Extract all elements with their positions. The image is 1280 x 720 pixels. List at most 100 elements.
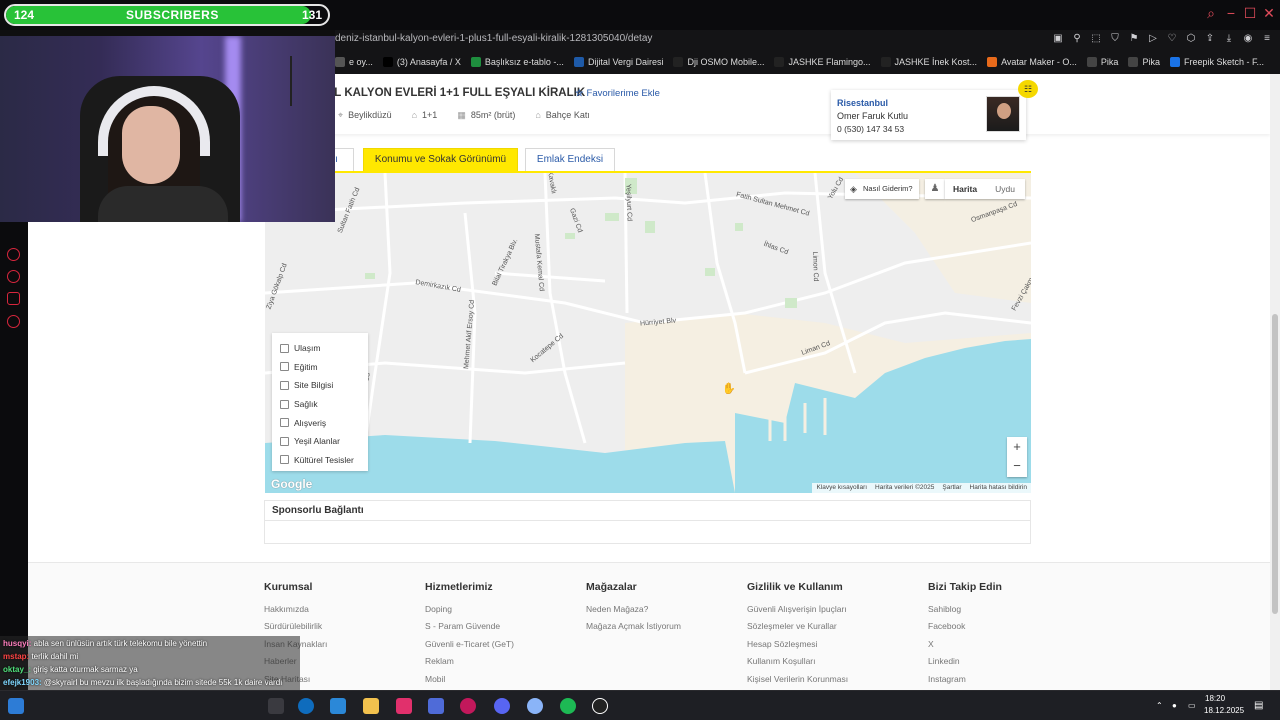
bookmark-item[interactable]: Pika (1086, 57, 1118, 67)
poi-checkbox-item[interactable]: Eğitim (280, 358, 360, 377)
discord-icon[interactable] (494, 698, 510, 714)
pin-icon[interactable]: ⚲ (1072, 33, 1082, 44)
sidebar-history-icon[interactable] (7, 270, 20, 283)
footer-link[interactable]: Facebook (928, 621, 1002, 638)
start-icon[interactable] (8, 698, 24, 714)
bookmark-item[interactable]: (3) Anasayfa / X (382, 57, 461, 67)
bookmark-item[interactable]: Pika (1128, 57, 1160, 67)
maximize-icon[interactable]: ☐ (1243, 6, 1257, 20)
checkbox-icon[interactable] (280, 343, 289, 353)
play-icon[interactable]: ▷ (1148, 33, 1158, 44)
map-type-uydu[interactable]: Uydu (985, 184, 1025, 194)
scrollbar-thumb[interactable] (1272, 314, 1278, 614)
app-icon[interactable] (396, 698, 412, 714)
download-icon[interactable]: ⤓ (1224, 33, 1234, 44)
tab-location[interactable]: Konumu ve Sokak Görünümü (363, 148, 518, 172)
footer-link[interactable]: Mağaza Açmak İstiyorum (586, 621, 681, 638)
footer-link[interactable]: Kullanım Koşulları (747, 656, 848, 673)
attribution-link[interactable]: Şartlar (942, 484, 961, 492)
attribution-link[interactable]: Harita hatası bildirin (970, 484, 1027, 492)
tab-real-estate-index[interactable]: Emlak Endeksi (525, 148, 615, 172)
footer-link[interactable]: Sözleşmeler ve Kurallar (747, 621, 848, 638)
screenshot-icon[interactable]: ⬚ (1091, 33, 1101, 44)
sidebar-add-icon[interactable] (7, 248, 20, 261)
bookmark-item[interactable]: JASHKE İnek Kost... (880, 57, 977, 67)
bookmark-item[interactable]: Avatar Maker - O... (987, 57, 1077, 67)
browser-icon[interactable] (592, 698, 608, 714)
bookmark-item[interactable]: JASHKE Flamingo... (774, 57, 871, 67)
spotify-icon[interactable] (560, 698, 576, 714)
flag-icon[interactable]: ⚑ (1129, 33, 1139, 44)
store-icon[interactable] (330, 698, 346, 714)
footer-link[interactable]: Hakkımızda (264, 604, 327, 621)
edge-icon[interactable] (298, 698, 314, 714)
footer-link[interactable]: Linkedin (928, 656, 1002, 673)
shield-icon[interactable]: ⛉ (1110, 33, 1120, 44)
task-view-icon[interactable] (268, 698, 284, 714)
bookmark-item[interactable]: e oy... (335, 57, 373, 67)
footer-link[interactable]: Mobil (425, 674, 514, 690)
page-scrollbar[interactable] (1270, 74, 1280, 690)
sidebar-settings-icon[interactable] (7, 315, 20, 328)
footer-link[interactable]: Instagram (928, 674, 1002, 690)
mic-icon[interactable]: ● (1172, 701, 1177, 710)
footer-link[interactable]: Neden Mağaza? (586, 604, 681, 621)
address-bar[interactable]: deniz-istanbul-kalyon-evleri-1-plus1-ful… (335, 30, 1280, 50)
poi-checkbox-item[interactable]: Site Bilgisi (280, 376, 360, 395)
footer-link[interactable]: Hesap Sözleşmesi (747, 639, 848, 656)
footer-link[interactable]: Güvenli Alışverişin İpuçları (747, 604, 848, 621)
bookmark-item[interactable]: Freepik Sketch - F... (1169, 57, 1264, 67)
map-type-harita[interactable]: Harita (945, 184, 985, 194)
app-icon[interactable] (527, 698, 543, 714)
checkbox-icon[interactable] (280, 436, 289, 446)
camera-icon[interactable]: ◉ (1243, 33, 1253, 44)
network-icon[interactable]: ▭ (1188, 701, 1196, 710)
seller-card[interactable]: Risestanbul Omer Faruk Kutlu 0 (530) 147… (831, 90, 1026, 140)
footer-link[interactable]: Güvenli e-Ticaret (GeT) (425, 639, 514, 656)
footer-link[interactable]: S - Param Güvende (425, 621, 514, 638)
checkbox-icon[interactable] (280, 399, 289, 409)
footer-link[interactable]: Doping (425, 604, 514, 621)
obs-icon[interactable] (460, 698, 476, 714)
poi-checkbox-item[interactable]: Sağlık (280, 395, 360, 414)
reader-icon[interactable]: ▣ (1053, 33, 1063, 44)
bookmark-item[interactable]: Başlıksız e-tablo -... (470, 57, 564, 67)
tray-chevron-icon[interactable]: ⌃ (1156, 701, 1163, 710)
poi-checkbox-item[interactable]: Kültürel Tesisler (280, 451, 360, 470)
file-explorer-icon[interactable] (363, 698, 379, 714)
zoom-out-button[interactable]: − (1007, 456, 1027, 475)
seller-company[interactable]: Risestanbul (837, 98, 888, 108)
poi-checkbox-item[interactable]: Yeşil Alanlar (280, 432, 360, 451)
checkbox-icon[interactable] (280, 380, 289, 390)
clock-date[interactable]: 18.12.2025 (1204, 706, 1244, 715)
poi-checkbox-item[interactable]: Ulaşım (280, 339, 360, 358)
clock-time[interactable]: 18:20 (1205, 694, 1225, 703)
bookmark-item[interactable]: Dijital Vergi Dairesi (573, 57, 663, 67)
poi-checkbox-item[interactable]: Alışveriş (280, 413, 360, 432)
zoom-in-button[interactable]: + (1007, 437, 1027, 456)
street-view-pegman-icon[interactable]: ♟ (925, 179, 945, 199)
checkbox-icon[interactable] (280, 455, 289, 465)
attribution-link[interactable]: Klavye kısayolları (816, 484, 867, 492)
checkbox-icon[interactable] (280, 418, 289, 428)
footer-link[interactable]: Reklam (425, 656, 514, 673)
menu-icon[interactable]: ≡ (1262, 33, 1272, 44)
heart-icon[interactable]: ♡ (1167, 33, 1177, 44)
extensions-icon[interactable]: ⬡ (1186, 33, 1196, 44)
search-icon[interactable]: ⌕ (1204, 6, 1218, 20)
footer-link[interactable]: Kişisel Verilerin Korunması (747, 674, 848, 690)
attribution-link[interactable]: Harita verileri ©2025 (875, 484, 934, 492)
app-icon[interactable] (428, 698, 444, 714)
footer-link[interactable]: Sahiblog (928, 604, 1002, 621)
favorite-button[interactable]: ☆ Favorilerime Ekle (575, 88, 660, 99)
minimize-icon[interactable]: − (1224, 6, 1238, 20)
map-view[interactable]: Kavaklı Yeşilyurt Cd Yolu Cd Fatih Sulta… (265, 173, 1031, 493)
footer-link[interactable]: X (928, 639, 1002, 656)
sidebar-extension-icon[interactable] (7, 292, 20, 305)
bookmark-item[interactable]: Dji OSMO Mobile... (673, 57, 764, 67)
close-icon[interactable]: ✕ (1262, 6, 1276, 20)
directions-button[interactable]: Nasıl Giderim? (845, 179, 919, 199)
notification-icon[interactable]: ▤ (1254, 700, 1263, 711)
share-icon[interactable]: ⇪ (1205, 33, 1215, 44)
checkbox-icon[interactable] (280, 362, 289, 372)
